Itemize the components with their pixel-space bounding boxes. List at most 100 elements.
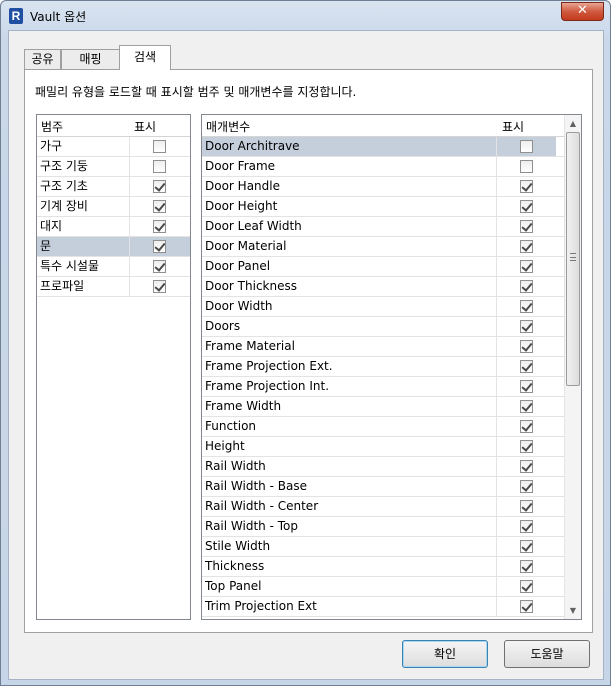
category-row[interactable]: 문: [37, 237, 190, 257]
parameter-row[interactable]: Rail Width: [202, 457, 581, 477]
show-cell: [496, 277, 556, 296]
show-checkbox[interactable]: [520, 400, 533, 413]
tab-mapping[interactable]: 매핑: [61, 49, 120, 69]
parameter-row[interactable]: Door Material: [202, 237, 581, 257]
search-tab-panel: 패밀리 유형을 로드할 때 표시할 범주 및 매개변수를 지정합니다. 범주 표…: [24, 69, 593, 633]
parameter-name: Door Frame: [205, 159, 276, 173]
show-cell: [496, 477, 556, 496]
tab-share[interactable]: 공유: [24, 49, 61, 69]
show-checkbox[interactable]: [153, 200, 166, 213]
show-checkbox[interactable]: [520, 420, 533, 433]
parameter-row[interactable]: Door Handle: [202, 177, 581, 197]
parameter-row[interactable]: Frame Width: [202, 397, 581, 417]
parameter-row[interactable]: Doors: [202, 317, 581, 337]
parameter-row[interactable]: Height: [202, 437, 581, 457]
parameter-row[interactable]: Door Leaf Width: [202, 217, 581, 237]
scrollbar-thumb[interactable]: [566, 132, 580, 386]
show-checkbox[interactable]: [520, 560, 533, 573]
ok-button[interactable]: 확인: [402, 640, 488, 668]
title-bar[interactable]: R Vault 옵션 ✕: [1, 1, 610, 31]
show-checkbox[interactable]: [520, 600, 533, 613]
grip-icon: [570, 253, 576, 261]
parameter-row[interactable]: Door Panel: [202, 257, 581, 277]
show-checkbox[interactable]: [520, 200, 533, 213]
scroll-down-icon[interactable]: ▼: [565, 602, 581, 619]
show-checkbox[interactable]: [520, 380, 533, 393]
show-checkbox[interactable]: [520, 180, 533, 193]
category-row[interactable]: 구조 기둥: [37, 157, 190, 177]
parameter-row[interactable]: Rail Width - Base: [202, 477, 581, 497]
show-cell: [496, 257, 556, 276]
category-row[interactable]: 대지: [37, 217, 190, 237]
show-cell: [496, 197, 556, 216]
close-button[interactable]: ✕: [561, 2, 604, 21]
parameter-name: Frame Material: [205, 339, 295, 353]
parameter-name: Frame Projection Int.: [205, 379, 330, 393]
category-row[interactable]: 가구: [37, 137, 190, 157]
show-checkbox[interactable]: [520, 220, 533, 233]
show-checkbox[interactable]: [153, 260, 166, 273]
show-checkbox[interactable]: [520, 440, 533, 453]
parameter-row[interactable]: Frame Projection Ext.: [202, 357, 581, 377]
parameter-name: Door Height: [205, 199, 278, 213]
parameter-name: Door Width: [205, 299, 273, 313]
parameter-scrollbar[interactable]: ▲ ▼: [564, 115, 581, 619]
parameter-row[interactable]: Rail Width - Center: [202, 497, 581, 517]
parameter-row[interactable]: Frame Projection Int.: [202, 377, 581, 397]
show-cell: [496, 357, 556, 376]
parameter-row[interactable]: Door Width: [202, 297, 581, 317]
show-checkbox[interactable]: [520, 160, 533, 173]
show-checkbox[interactable]: [520, 140, 533, 153]
show-checkbox[interactable]: [153, 160, 166, 173]
show-checkbox[interactable]: [520, 520, 533, 533]
parameter-row[interactable]: Rail Width - Top: [202, 517, 581, 537]
parameter-row[interactable]: Trim Projection Ext: [202, 597, 581, 617]
parameter-name: Rail Width - Base: [205, 479, 307, 493]
parameter-row[interactable]: Door Height: [202, 197, 581, 217]
category-name: 구조 기둥: [40, 159, 88, 173]
parameter-name: Door Architrave: [202, 137, 496, 156]
show-checkbox[interactable]: [520, 480, 533, 493]
help-button[interactable]: 도움말: [504, 640, 590, 668]
category-row[interactable]: 프로파일: [37, 277, 190, 297]
show-checkbox[interactable]: [520, 460, 533, 473]
show-cell: [129, 237, 190, 256]
show-checkbox[interactable]: [520, 340, 533, 353]
parameter-header-show[interactable]: 표시: [502, 118, 524, 135]
category-header-name[interactable]: 범주: [41, 118, 63, 135]
parameter-row[interactable]: Door Thickness: [202, 277, 581, 297]
parameter-row[interactable]: Door Frame: [202, 157, 581, 177]
parameter-row[interactable]: Stile Width: [202, 537, 581, 557]
category-row[interactable]: 특수 시설물: [37, 257, 190, 277]
parameter-header-name[interactable]: 매개변수: [206, 118, 250, 135]
show-cell: [496, 317, 556, 336]
show-checkbox[interactable]: [153, 280, 166, 293]
show-checkbox[interactable]: [520, 540, 533, 553]
tab-search[interactable]: 검색: [119, 45, 171, 70]
parameter-row[interactable]: Thickness: [202, 557, 581, 577]
parameter-list-header: 매개변수 표시: [202, 115, 565, 137]
show-checkbox[interactable]: [153, 240, 166, 253]
category-row[interactable]: 구조 기초: [37, 177, 190, 197]
parameter-row[interactable]: Function: [202, 417, 581, 437]
show-checkbox[interactable]: [520, 260, 533, 273]
show-checkbox[interactable]: [520, 300, 533, 313]
show-cell: [129, 197, 190, 216]
dialog-client-area: 공유 매핑 검색 패밀리 유형을 로드할 때 표시할 범주 및 매개변수를 지정…: [8, 30, 604, 680]
show-checkbox[interactable]: [153, 140, 166, 153]
show-checkbox[interactable]: [520, 320, 533, 333]
show-checkbox[interactable]: [520, 240, 533, 253]
show-cell: [129, 217, 190, 236]
category-header-show[interactable]: 표시: [134, 118, 156, 135]
scroll-up-icon[interactable]: ▲: [565, 115, 581, 132]
parameter-row[interactable]: Door Architrave: [202, 137, 581, 157]
show-checkbox[interactable]: [520, 360, 533, 373]
show-checkbox[interactable]: [153, 180, 166, 193]
category-row[interactable]: 기계 장비: [37, 197, 190, 217]
show-checkbox[interactable]: [153, 220, 166, 233]
parameter-row[interactable]: Top Panel: [202, 577, 581, 597]
show-checkbox[interactable]: [520, 580, 533, 593]
parameter-row[interactable]: Frame Material: [202, 337, 581, 357]
show-checkbox[interactable]: [520, 280, 533, 293]
show-checkbox[interactable]: [520, 500, 533, 513]
